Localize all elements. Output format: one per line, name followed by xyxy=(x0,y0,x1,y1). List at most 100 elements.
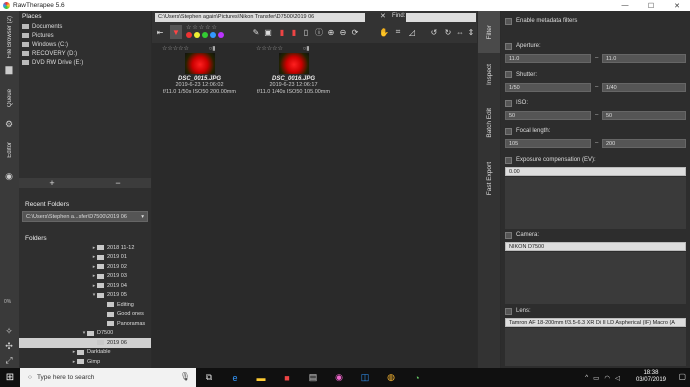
chrome-icon[interactable]: ◍ xyxy=(378,368,404,387)
folder-row[interactable]: 2019 06 xyxy=(19,338,151,348)
notification-icon[interactable]: ▢ xyxy=(678,372,686,381)
tray-caret[interactable]: ^ xyxy=(585,374,588,381)
folder-row[interactable]: ▸ 2019 01 xyxy=(19,253,151,263)
filter-icon[interactable]: ▼ xyxy=(170,25,182,39)
color-label-filter[interactable] xyxy=(186,32,224,38)
not-trash-icon[interactable]: ▯ xyxy=(300,25,312,39)
hand-icon[interactable]: ✋ xyxy=(378,25,390,39)
iso-from-input[interactable]: 50 xyxy=(505,111,591,120)
thumbnail-item[interactable]: ☆☆☆☆☆ ○▮ DSC_0016.JPG 2019-6-23 12:06:17… xyxy=(256,45,331,115)
folder-row[interactable]: Panoramas xyxy=(19,319,151,329)
folder-row[interactable]: ▸ 2018 11-12 xyxy=(19,243,151,253)
camera-list[interactable]: NIKON D7500 xyxy=(505,242,686,251)
windows-start-icon[interactable]: ⊞ xyxy=(0,368,20,387)
task-view-icon[interactable]: ⧉ xyxy=(196,368,222,387)
thumbnail-item[interactable]: ☆☆☆☆☆ ○▮ DSC_0015.JPG 2019-6-23 12:06:02… xyxy=(162,45,237,115)
folder-row[interactable]: Editing xyxy=(19,300,151,310)
saved-icon[interactable]: ▣ xyxy=(262,25,274,39)
camera-checkbox[interactable] xyxy=(505,232,512,239)
focal-from-input[interactable]: 105 xyxy=(505,139,591,148)
blue-label-icon[interactable] xyxy=(210,32,216,38)
recent-folders-select[interactable]: C:\Users\Stephen a...sfer\D7500\2019 06 … xyxy=(22,211,148,222)
folder-row[interactable]: ▸ 2019 03 xyxy=(19,272,151,282)
folder-row[interactable]: ▸ 2019 04 xyxy=(19,281,151,291)
place-item[interactable]: Documents xyxy=(19,22,151,31)
wifi-icon[interactable]: ◠ xyxy=(604,374,610,382)
shutter-to-input[interactable]: 1/40 xyxy=(602,83,686,92)
enable-metadata-filters-checkbox[interactable] xyxy=(505,18,512,25)
rank-filter-stars[interactable]: ☆☆☆☆☆ xyxy=(186,24,218,31)
volume-icon[interactable]: ◁ xyxy=(615,374,620,382)
toggle-panel-icon[interactable]: ⇤ xyxy=(154,25,166,39)
close-button[interactable]: ✕ xyxy=(664,0,690,11)
close-icon[interactable]: ✕ xyxy=(380,12,386,20)
aperture-checkbox[interactable] xyxy=(505,43,512,50)
iso-to-input[interactable]: 50 xyxy=(602,111,686,120)
place-item[interactable]: RECOVERY (D:) xyxy=(19,49,151,58)
shutter-checkbox[interactable] xyxy=(505,71,512,78)
exposure-compensation-checkbox[interactable] xyxy=(505,157,512,164)
gears-icon[interactable]: ⚙ xyxy=(4,119,14,129)
straighten-icon[interactable]: ◿ xyxy=(406,25,418,39)
folder-row[interactable]: ▾ 2019 05 xyxy=(19,291,151,301)
taskbar-search[interactable]: ○ Type here to search 🎙 xyxy=(20,368,196,387)
folder-row[interactable]: ▸ 2019 02 xyxy=(19,262,151,272)
maximize-button[interactable]: ☐ xyxy=(638,0,664,11)
flip-vertical-icon[interactable]: ⇕ xyxy=(465,25,477,39)
lens-list-area[interactable] xyxy=(505,328,686,366)
shutter-from-input[interactable]: 1/50 xyxy=(505,83,591,92)
tab-inspect[interactable]: Inspect xyxy=(478,53,500,95)
purple-label-icon[interactable] xyxy=(218,32,224,38)
wand-icon[interactable]: ✧ xyxy=(4,326,14,336)
folder-row[interactable]: ▸ Gimp xyxy=(19,357,151,367)
place-item[interactable]: Pictures xyxy=(19,31,151,40)
zoom-in-icon[interactable]: ⊕ xyxy=(325,25,337,39)
info-icon[interactable]: ⓘ xyxy=(313,25,325,39)
focal-length-checkbox[interactable] xyxy=(505,128,512,135)
yellow-label-icon[interactable] xyxy=(194,32,200,38)
folder-icon[interactable]: ▆ xyxy=(4,64,14,74)
minimize-button[interactable]: — xyxy=(612,0,638,11)
original-icon[interactable]: ▮ xyxy=(288,25,300,39)
zoom-out-icon[interactable]: ⊖ xyxy=(337,25,349,39)
file-explorer-icon[interactable]: ▬ xyxy=(248,368,274,387)
aperture-to-input[interactable]: 11.0 xyxy=(602,54,686,63)
rawtherapee-taskbar-icon[interactable]: ◔ xyxy=(404,368,430,387)
rank-stars[interactable]: ☆☆☆☆☆ ○▮ xyxy=(162,45,237,52)
tab-batch-edit[interactable]: Batch Edit xyxy=(478,95,500,151)
folder-row[interactable]: ▸ Darktable xyxy=(19,348,151,358)
network-icon[interactable]: ▭ xyxy=(593,374,599,382)
tab-filter[interactable]: Filter xyxy=(478,11,500,53)
aperture-from-input[interactable]: 11.0 xyxy=(505,54,591,63)
add-place-button[interactable]: + xyxy=(49,178,54,188)
lens-checkbox[interactable] xyxy=(505,308,512,315)
rotate-left-icon[interactable]: ↺ xyxy=(428,25,440,39)
crop-icon[interactable]: ⌗ xyxy=(392,25,404,39)
microphone-icon[interactable]: 🎙 xyxy=(180,372,190,381)
exposure-list-area[interactable] xyxy=(505,177,686,229)
clock[interactable]: 18:38 03/07/2019 xyxy=(636,370,666,384)
place-item[interactable]: Windows (C:) xyxy=(19,40,151,49)
fullscreen-icon[interactable]: ⤢ xyxy=(4,355,14,365)
tab-editor[interactable]: Editor xyxy=(0,135,19,165)
store-icon[interactable]: ▤ xyxy=(300,368,326,387)
camera-list-area[interactable] xyxy=(505,252,686,304)
path-field[interactable]: C:\Users\Stephen again\Pictures\Nikon Tr… xyxy=(155,13,365,22)
rotate-right-icon[interactable]: ↻ xyxy=(442,25,454,39)
tab-file-browser[interactable]: File Browser (2) xyxy=(0,13,19,61)
remove-place-button[interactable]: − xyxy=(115,178,120,188)
focal-to-input[interactable]: 200 xyxy=(602,139,686,148)
preferences-icon[interactable]: ✣ xyxy=(4,341,14,351)
iso-checkbox[interactable] xyxy=(505,100,512,107)
tab-queue[interactable]: Queue xyxy=(0,83,19,113)
refresh-icon[interactable]: ⟳ xyxy=(349,25,361,39)
color-app-icon[interactable]: ◉ xyxy=(326,368,352,387)
edge-icon[interactable]: e xyxy=(222,368,248,387)
find-input[interactable] xyxy=(406,13,476,22)
exposure-compensation-list[interactable]: 0.00 xyxy=(505,167,686,176)
outlook-icon[interactable]: ◫ xyxy=(352,368,378,387)
rank-stars[interactable]: ☆☆☆☆☆ ○▮ xyxy=(256,45,331,52)
tab-fast-export[interactable]: Fast Export xyxy=(478,151,500,207)
place-item[interactable]: DVD RW Drive (E:) xyxy=(19,58,151,67)
app-icon-red[interactable]: ■ xyxy=(274,368,300,387)
